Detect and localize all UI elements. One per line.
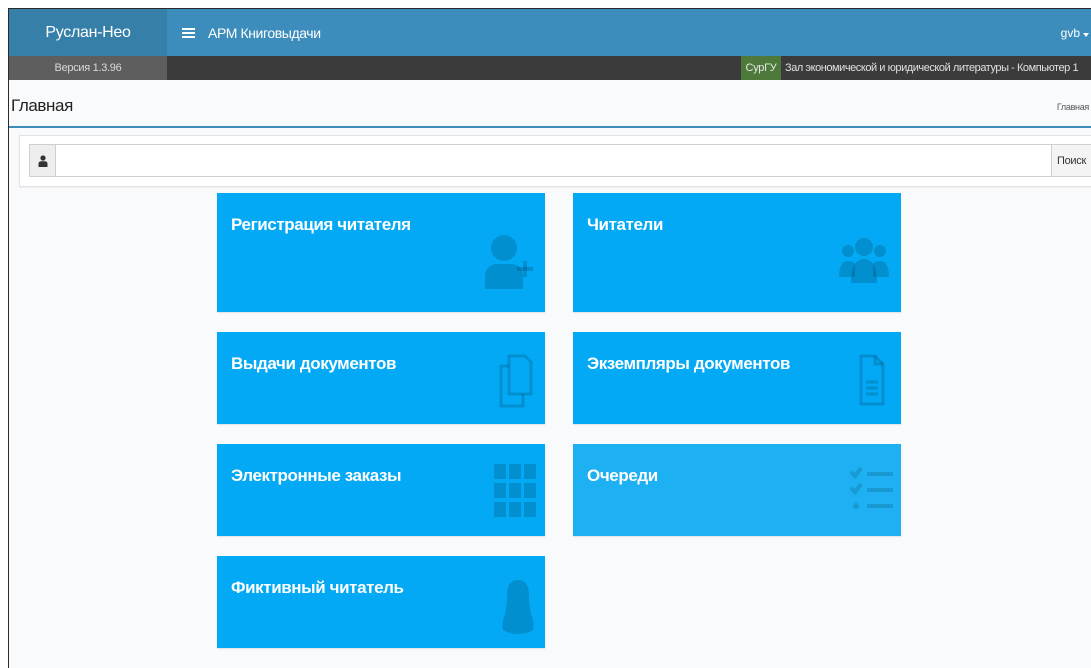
tile-label: Выдачи документов <box>231 354 397 373</box>
tile-label: Экземпляры документов <box>587 354 790 373</box>
tile-electronic-orders[interactable]: Электронные заказы <box>217 444 545 536</box>
tile-document-loans[interactable]: Выдачи документов <box>217 332 545 424</box>
sidebar-toggle-button[interactable] <box>177 9 199 56</box>
tile-readers[interactable]: Читатели <box>573 193 901 312</box>
file-text-icon <box>859 354 885 406</box>
search-button[interactable]: Поиск <box>1051 145 1091 176</box>
search-panel: Поиск <box>19 135 1091 187</box>
tile-label: Читатели <box>587 215 664 234</box>
tile-label: Очереди <box>587 466 658 485</box>
status-bar: Версия 1.3.96 СурГУ Зал экономической и … <box>9 56 1091 80</box>
reader-search-input[interactable] <box>56 145 1051 176</box>
tile-fictitious-reader[interactable]: Фиктивный читатель <box>217 556 545 648</box>
top-navbar: Руслан-Нео АРМ Книговыдачи gvb <box>9 9 1091 56</box>
organization-badge: СурГУ <box>741 56 781 80</box>
tile-label: Регистрация читателя <box>231 215 411 234</box>
brand-logo[interactable]: Руслан-Нео <box>9 9 167 56</box>
user-name: gvb <box>1060 25 1080 40</box>
grid-icon <box>494 464 536 518</box>
incognito-icon <box>501 580 535 636</box>
app-title: АРМ Книговыдачи <box>208 24 321 41</box>
page-header: Главная Главная <box>9 80 1091 128</box>
app-window: Руслан-Нео АРМ Книговыдачи gvb Версия 1.… <box>8 8 1091 668</box>
page-title: Главная <box>11 96 73 115</box>
breadcrumb[interactable]: Главная <box>1057 102 1089 112</box>
user-menu[interactable]: gvb <box>1061 9 1091 56</box>
user-icon <box>30 145 56 176</box>
tile-document-copies[interactable]: Экземпляры документов <box>573 332 901 424</box>
tile-label: Электронные заказы <box>231 466 402 485</box>
search-group: Поиск <box>29 144 1091 177</box>
tile-reader-registration[interactable]: Регистрация читателя <box>217 193 545 312</box>
tile-label: Фиктивный читатель <box>231 578 404 597</box>
hamburger-icon <box>181 27 195 38</box>
users-icon <box>839 237 889 285</box>
checklist-icon <box>850 466 894 512</box>
tile-queues[interactable]: Очереди <box>573 444 901 536</box>
user-plus-icon <box>485 233 537 289</box>
caret-down-icon <box>1083 26 1089 40</box>
version-label: Версия 1.3.96 <box>9 56 167 80</box>
copy-icon <box>499 352 533 408</box>
workstation-location: Зал экономической и юридической литерату… <box>785 62 1079 74</box>
